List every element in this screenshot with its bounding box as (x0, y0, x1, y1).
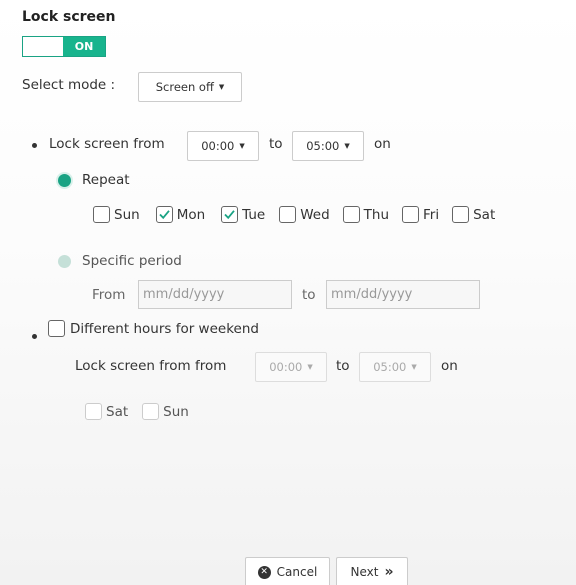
weekend-label: Different hours for weekend (70, 321, 259, 337)
sun-checkbox[interactable] (93, 206, 110, 223)
specific-to-label: to (302, 287, 316, 303)
next-button-label: Next (350, 565, 379, 579)
weekend-on-label: on (441, 358, 458, 374)
weekend-from-dropdown[interactable]: 00:00 ▼ (255, 352, 327, 382)
wed-checkbox[interactable] (279, 206, 297, 223)
weekend-from-value: 00:00 (269, 360, 303, 374)
day-label: Sat (473, 206, 496, 223)
lock-screen-toggle[interactable]: ON (22, 36, 106, 57)
mode-dropdown-value: Screen off (155, 80, 214, 94)
specific-period-label: Specific period (82, 253, 182, 269)
sat-checkbox[interactable] (452, 206, 470, 223)
weekend-days-row: Sat Sun (85, 403, 189, 420)
caret-down-icon: ▼ (307, 363, 313, 371)
weekend-to-label: to (336, 358, 350, 374)
page-title: Lock screen (22, 9, 116, 25)
bullet-icon (32, 143, 37, 148)
repeat-label: Repeat (82, 172, 130, 188)
day-label: Wed (300, 206, 330, 223)
weekend-to-dropdown[interactable]: 05:00 ▼ (359, 352, 431, 382)
day-label: Fri (423, 206, 440, 223)
from-label: From (92, 287, 126, 303)
lock-to-label: to (269, 136, 283, 152)
checkmark-icon (159, 210, 170, 220)
next-button[interactable]: Next » (336, 557, 408, 585)
close-circle-icon: ✕ (257, 565, 271, 579)
weekend-day-sat[interactable]: Sat (85, 403, 128, 420)
from-date-placeholder: mm/dd/yyyy (143, 287, 225, 302)
repeat-days-row: Sun Mon Tue Wed Thu Fri Sat (93, 206, 495, 223)
fri-checkbox[interactable] (402, 206, 420, 223)
caret-down-icon: ▼ (239, 142, 245, 150)
mon-checkbox[interactable] (155, 206, 173, 223)
select-mode-label: Select mode : (22, 77, 116, 93)
cancel-button-label: Cancel (276, 565, 318, 579)
day-mon[interactable]: Mon (155, 206, 206, 223)
day-tue[interactable]: Tue (221, 206, 265, 223)
to-date-input[interactable]: mm/dd/yyyy (326, 280, 480, 309)
from-date-input[interactable]: mm/dd/yyyy (138, 280, 292, 309)
thu-checkbox[interactable] (342, 206, 360, 223)
weekend-sun-checkbox[interactable] (142, 403, 160, 420)
day-label: Sun (114, 206, 140, 223)
lock-from-value: 00:00 (201, 139, 235, 153)
weekend-day-sun[interactable]: Sun (142, 403, 189, 420)
day-label: Tue (242, 206, 266, 223)
tue-checkbox[interactable] (221, 206, 239, 223)
day-fri[interactable]: Fri (402, 206, 439, 223)
cancel-button[interactable]: ✕ Cancel (245, 557, 330, 585)
day-wed[interactable]: Wed (279, 206, 330, 223)
weekend-checkbox[interactable] (48, 320, 65, 337)
day-label: Mon (176, 206, 206, 223)
bullet-icon (32, 334, 37, 339)
specific-period-radio[interactable] (58, 255, 71, 268)
toggle-on-label: ON (63, 37, 105, 56)
day-sun[interactable]: Sun (93, 206, 140, 223)
day-sat[interactable]: Sat (452, 206, 495, 223)
lock-from-label: Lock screen from (49, 136, 165, 152)
checkmark-icon (224, 210, 235, 220)
weekend-lock-label: Lock screen from from (75, 358, 227, 374)
weekend-to-value: 05:00 (373, 360, 407, 374)
mode-dropdown[interactable]: Screen off ▼ (138, 72, 242, 102)
lock-from-dropdown[interactable]: 00:00 ▼ (187, 131, 259, 161)
day-label: Thu (363, 206, 390, 223)
caret-down-icon: ▼ (218, 83, 225, 91)
day-label: Sun (163, 403, 189, 420)
to-date-placeholder: mm/dd/yyyy (331, 287, 413, 302)
caret-down-icon: ▼ (411, 363, 417, 371)
weekend-sat-checkbox[interactable] (85, 403, 102, 420)
lock-to-dropdown[interactable]: 05:00 ▼ (292, 131, 364, 161)
lock-on-label: on (374, 136, 391, 152)
lock-to-value: 05:00 (306, 139, 340, 153)
caret-down-icon: ▼ (344, 142, 350, 150)
day-thu[interactable]: Thu (342, 206, 390, 223)
double-chevron-right-icon: » (384, 564, 394, 580)
repeat-radio[interactable] (58, 174, 71, 187)
day-label: Sat (106, 403, 129, 420)
